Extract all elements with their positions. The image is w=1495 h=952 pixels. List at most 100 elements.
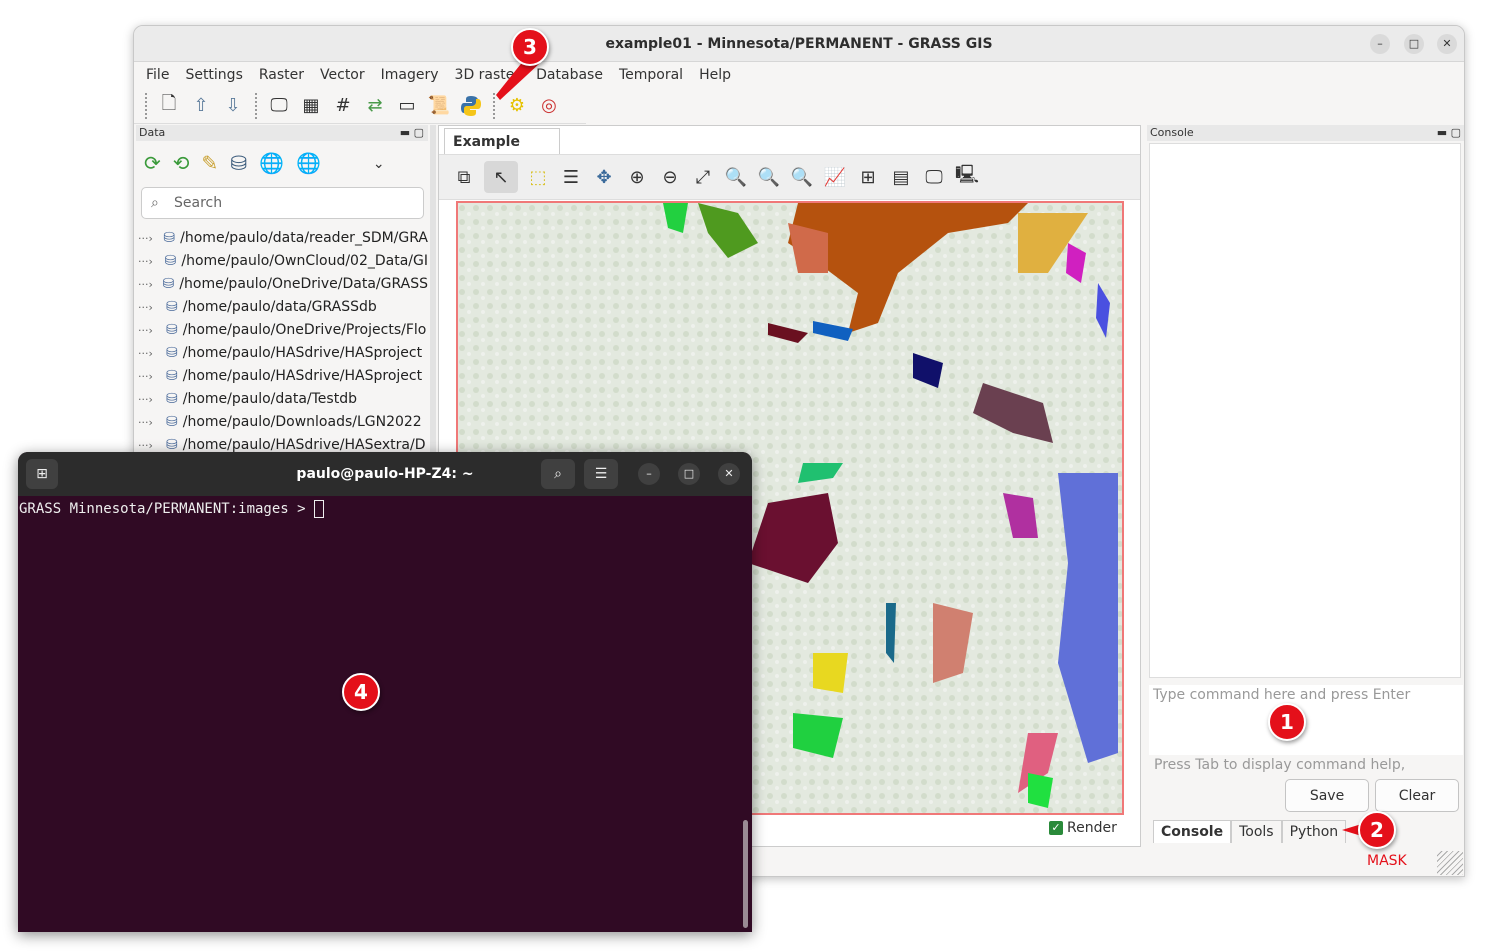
annotation-badge-4: 4 xyxy=(342,673,380,711)
import-location-icon[interactable]: 🌐 xyxy=(296,151,321,177)
menu-imagery[interactable]: Imagery xyxy=(373,63,447,88)
tab-tools[interactable]: Tools xyxy=(1231,820,1282,843)
new-workspace-icon[interactable]: 🗋 xyxy=(156,93,182,119)
tree-item[interactable]: ···› ⛁/home/paulo/OneDrive/Projects/Flo xyxy=(138,319,428,342)
expand-icon[interactable]: ···› xyxy=(138,296,166,319)
tree-item[interactable]: ···› ⛁/home/paulo/OneDrive/Data/GRASS xyxy=(138,273,428,296)
resize-grip[interactable] xyxy=(1437,851,1463,875)
add-database-icon[interactable]: ⛁ xyxy=(230,151,247,177)
python-icon[interactable] xyxy=(458,93,484,119)
tree-item[interactable]: ···› ⛁/home/paulo/data/reader_SDM/GRA xyxy=(138,227,428,250)
database-icon: ⛁ xyxy=(164,253,177,269)
print-icon[interactable]: 🖵 xyxy=(921,164,947,190)
analyze-icon[interactable]: 📈 xyxy=(822,164,848,190)
tree-item[interactable]: ···› ⛁/home/paulo/data/Testdb xyxy=(138,388,428,411)
menu-help[interactable]: Help xyxy=(691,63,739,88)
search-input[interactable]: ⌕ Search xyxy=(141,187,424,219)
edit-pencil-icon[interactable]: ✎ xyxy=(202,151,219,177)
save-image-icon[interactable]: ▤ xyxy=(888,164,914,190)
scrollbar[interactable] xyxy=(743,820,748,928)
tree-item[interactable]: ···› ⛁/home/paulo/Downloads/LGN2022 xyxy=(138,411,428,434)
save-button[interactable]: Save xyxy=(1285,779,1369,812)
data-panel-header: Data ▬ ▢ xyxy=(136,125,428,141)
tree-item-label: /home/paulo/HASdrive/HASproject xyxy=(182,345,423,361)
close-button[interactable]: ✕ xyxy=(1437,34,1457,54)
reload-icon[interactable]: ⟳ xyxy=(144,151,161,177)
zoom-out-icon[interactable]: ⊖ xyxy=(657,164,683,190)
minimize-button[interactable]: – xyxy=(1370,34,1390,54)
raster-calculator-icon[interactable]: ▦ xyxy=(298,93,324,119)
tab-example-01[interactable]: Example 01⊠ xyxy=(444,128,560,176)
console-output xyxy=(1149,143,1461,678)
terminal-title: paulo@paulo-HP-Z4: ~ xyxy=(296,466,474,482)
terminal-prompt-line[interactable]: GRASS Minnesota/PERMANENT:images > xyxy=(19,500,325,518)
splitter[interactable] xyxy=(430,125,436,455)
expand-icon[interactable]: ···› xyxy=(138,342,166,365)
tree-item[interactable]: ···› ⛁/home/paulo/HASdrive/HASproject xyxy=(138,342,428,365)
maximize-button[interactable]: □ xyxy=(1404,34,1424,54)
reload-current-icon[interactable]: ⟲ xyxy=(173,151,190,177)
menu-raster[interactable]: Raster xyxy=(251,63,312,88)
database-icon: ⛁ xyxy=(166,299,178,315)
georectify-grid-icon[interactable]: # xyxy=(330,93,356,119)
tree-item[interactable]: ···› ⛁/home/paulo/data/GRASSdb xyxy=(138,296,428,319)
console-title: Console xyxy=(1150,126,1194,139)
graphical-modeler-icon[interactable]: ⇄ xyxy=(362,93,388,119)
expand-icon[interactable]: ···› xyxy=(138,273,163,296)
menu-file[interactable]: File xyxy=(138,63,177,88)
close-button[interactable]: ✕ xyxy=(718,463,740,485)
open-upload-icon[interactable]: ⇧ xyxy=(188,93,214,119)
panel-float-icon[interactable]: ▬ ▢ xyxy=(1437,125,1464,141)
zoom-back-icon[interactable]: 🔍 xyxy=(723,164,749,190)
new-map-display-icon[interactable]: 🖵 xyxy=(266,93,292,119)
expand-icon[interactable]: ···› xyxy=(138,365,166,388)
tab-python[interactable]: Python xyxy=(1281,820,1347,843)
expand-icon[interactable]: ···› xyxy=(138,227,163,250)
tree-item-label: /home/paulo/OneDrive/Projects/Flo xyxy=(182,322,427,338)
expand-icon[interactable]: ···› xyxy=(138,250,165,273)
launch-script-icon[interactable]: 📜 xyxy=(426,93,452,119)
menu-bar: File Settings Raster Vector Imagery 3D r… xyxy=(134,63,1464,88)
clear-button[interactable]: Clear xyxy=(1375,779,1459,812)
render-map-icon[interactable]: ⧉ xyxy=(451,164,477,190)
zoom-extent-icon[interactable]: ⤢ xyxy=(690,164,716,190)
minimize-button[interactable]: – xyxy=(638,463,660,485)
query-icon[interactable]: ☰ xyxy=(558,164,584,190)
command-input[interactable]: Type command here and press Enter xyxy=(1149,685,1463,755)
menu-vector[interactable]: Vector xyxy=(312,63,373,88)
expand-icon[interactable]: ···› xyxy=(138,411,166,434)
zoom-options-icon[interactable]: 🔍 xyxy=(756,164,782,190)
zoom-in-icon[interactable]: ⊕ xyxy=(624,164,650,190)
new-tab-icon[interactable]: ⊞ xyxy=(26,459,58,489)
expand-icon[interactable]: ···› xyxy=(138,388,166,411)
database-icon: ⛁ xyxy=(162,276,175,292)
search-icon[interactable]: ⌕ xyxy=(541,459,575,489)
chevron-down-icon[interactable]: ⌄ xyxy=(373,151,385,177)
menu-temporal[interactable]: Temporal xyxy=(611,63,691,88)
zoom-region-icon[interactable]: 🔍 xyxy=(789,164,815,190)
maximize-button[interactable]: □ xyxy=(678,463,700,485)
pan-icon[interactable]: ✥ xyxy=(591,164,617,190)
checkbox-checked-icon[interactable]: ✓ xyxy=(1049,821,1063,835)
menu-settings[interactable]: Settings xyxy=(177,63,250,88)
decorations-icon[interactable]: ⊞ xyxy=(855,164,881,190)
panel-float-icon[interactable]: ▬ ▢ xyxy=(400,125,428,141)
tree-item[interactable]: ···› ⛁/home/paulo/HASdrive/HASproject xyxy=(138,365,428,388)
toolbar-grip[interactable] xyxy=(145,92,147,119)
tree-item-label: /home/paulo/OneDrive/Data/GRASS xyxy=(179,276,428,292)
console-header: Console ▬ ▢ xyxy=(1147,125,1464,141)
expand-icon[interactable]: ···› xyxy=(138,319,166,342)
toolbar-separator xyxy=(255,92,257,119)
tab-console[interactable]: Console xyxy=(1153,820,1232,843)
add-location-icon[interactable]: 🌐 xyxy=(259,151,284,177)
window-title: example01 - Minnesota/PERMANENT - GRASS … xyxy=(605,36,993,52)
hamburger-menu-icon[interactable]: ☰ xyxy=(584,459,618,489)
pointer-icon[interactable]: ↖ xyxy=(484,161,518,193)
render-checkbox[interactable]: ✓ Render xyxy=(1049,820,1117,836)
cartographic-composer-icon[interactable]: ▭ xyxy=(394,93,420,119)
tree-item[interactable]: ···› ⛁/home/paulo/OwnCloud/02_Data/GI xyxy=(138,250,428,273)
save-download-icon[interactable]: ⇩ xyxy=(220,93,246,119)
select-icon[interactable]: ⬚ xyxy=(525,164,551,190)
switch-display-icon[interactable]: 🖳 xyxy=(954,164,980,190)
terminal-window[interactable]: paulo@paulo-HP-Z4: ~ ⊞ ⌕ ☰ – □ ✕ GRASS M… xyxy=(18,452,752,932)
